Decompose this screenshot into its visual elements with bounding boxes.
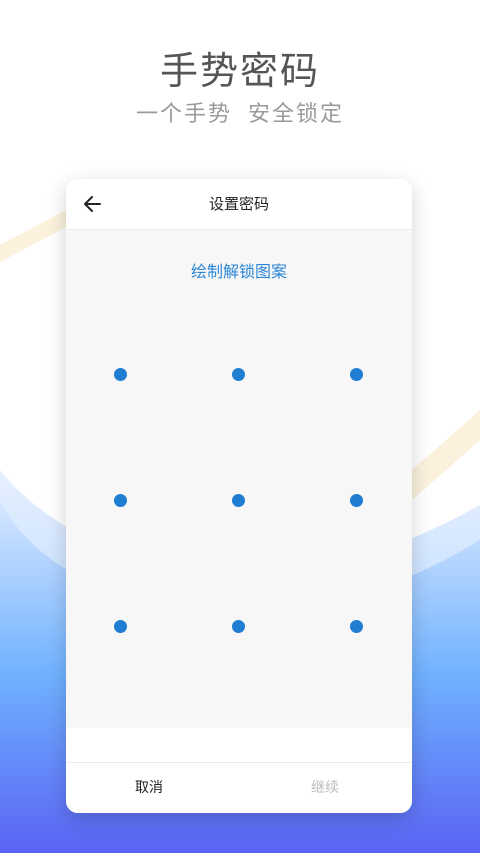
bottom-bar: 取消 继续 bbox=[66, 762, 412, 813]
hero-subtitle-part2: 安全锁定 bbox=[248, 102, 345, 127]
draw-pattern-hint: 绘制解锁图案 bbox=[190, 262, 287, 281]
pattern-dot[interactable] bbox=[231, 493, 245, 507]
left-stripe bbox=[0, 208, 70, 262]
pattern-dot[interactable] bbox=[113, 493, 127, 507]
hero-subtitle: 一个手势 安全锁定 bbox=[0, 96, 480, 128]
continue-button[interactable]: 继续 bbox=[152, 763, 412, 813]
pattern-area: 绘制解锁图案 bbox=[66, 230, 412, 728]
phone-mockup: 设置密码 绘制解锁图案 取消 继续 bbox=[66, 179, 412, 813]
pattern-dot[interactable] bbox=[113, 619, 127, 633]
right-stripe bbox=[412, 410, 480, 500]
pattern-dot[interactable] bbox=[349, 619, 363, 633]
pattern-dot[interactable] bbox=[349, 493, 363, 507]
pattern-dot[interactable] bbox=[349, 367, 363, 381]
pattern-dot[interactable] bbox=[113, 367, 127, 381]
hero-subtitle-part1: 一个手势 bbox=[135, 102, 232, 127]
pattern-dot[interactable] bbox=[231, 367, 245, 381]
top-bar: 设置密码 bbox=[66, 179, 412, 230]
hero-title: 手势密码 bbox=[159, 49, 320, 93]
pattern-dot[interactable] bbox=[231, 619, 245, 633]
screen-title: 设置密码 bbox=[208, 195, 269, 213]
